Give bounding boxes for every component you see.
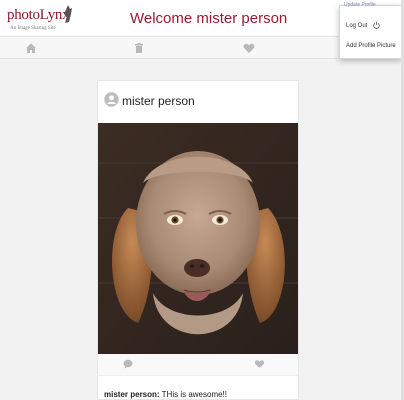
comment-text: THis is awesome!! bbox=[159, 390, 228, 399]
home-icon[interactable] bbox=[24, 41, 38, 55]
like-heart-icon[interactable] bbox=[254, 359, 265, 369]
update-profile-link[interactable]: Update Profile bbox=[344, 2, 376, 8]
post-image[interactable] bbox=[98, 123, 298, 354]
user-dropdown-menu: Update Profile Log Out Add Profile Pictu… bbox=[339, 2, 402, 59]
post-author[interactable]: mister person bbox=[122, 94, 195, 108]
add-profile-picture-menu-item[interactable]: Add Profile Picture bbox=[346, 43, 396, 49]
comment-icon[interactable] bbox=[123, 359, 133, 369]
comment-author[interactable]: mister person: bbox=[104, 390, 160, 399]
dog-photo bbox=[98, 123, 298, 354]
post-actions bbox=[98, 354, 298, 376]
logo-cat-icon bbox=[64, 5, 72, 23]
comment: mister person: THis is awesome!! bbox=[104, 390, 227, 399]
page-title: Welcome mister person bbox=[130, 10, 288, 27]
post-header: mister person bbox=[98, 81, 298, 123]
logo-tagline: An Image Sharing Site bbox=[10, 26, 56, 31]
user-avatar-icon[interactable] bbox=[104, 92, 119, 107]
power-icon[interactable] bbox=[373, 21, 380, 29]
site-logo[interactable]: photoLynx An Image Sharing Site bbox=[7, 5, 77, 35]
heart-icon[interactable] bbox=[242, 41, 256, 55]
post-card: mister person mister person: THis is awe… bbox=[97, 80, 299, 400]
logout-menu-item[interactable]: Log Out bbox=[346, 23, 367, 29]
trash-icon[interactable] bbox=[132, 41, 146, 55]
